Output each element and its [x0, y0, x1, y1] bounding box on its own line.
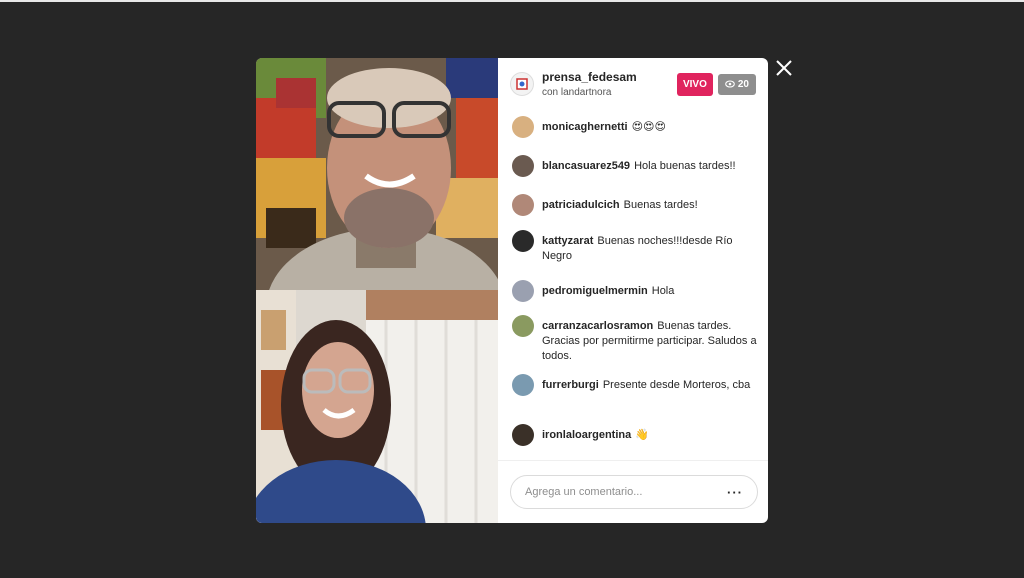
live-video-modal: prensa_fedesam con landartnora VIVO 20 m…	[256, 58, 768, 523]
host-name[interactable]: prensa_fedesam	[542, 70, 677, 84]
viewer-count-badge: 20	[717, 73, 756, 95]
comment-text: Presente desde Morteros, cba	[602, 379, 751, 391]
avatar[interactable]	[512, 194, 534, 216]
comment-text: Hola buenas tardes!!	[634, 160, 736, 172]
more-icon[interactable]: ···	[727, 485, 743, 500]
comment-text: Hola	[651, 285, 675, 297]
comment-item: ironlaloargentina 👋	[512, 424, 758, 446]
comment-username[interactable]: carranzacarlosramon	[542, 320, 653, 332]
comment-username[interactable]: ironlaloargentina	[542, 429, 631, 441]
video-column	[256, 58, 498, 523]
divider	[498, 460, 768, 461]
browser-edge	[0, 0, 1024, 2]
live-badge: VIVO	[676, 72, 713, 96]
avatar[interactable]	[512, 374, 534, 396]
comment-item: patriciadulcich Buenas tardes!	[512, 194, 758, 216]
avatar[interactable]	[512, 315, 534, 337]
guest-video[interactable]	[256, 290, 498, 523]
viewer-count: 20	[737, 78, 749, 90]
chat-panel: prensa_fedesam con landartnora VIVO 20 m…	[498, 58, 768, 523]
comment-item: kattyzarat Buenas noches!!!desde Río Negr…	[512, 230, 758, 264]
comment-username[interactable]: pedromiguelmermin	[542, 285, 648, 297]
comment-item: carranzacarlosramon Buenas tardes. Gracia…	[512, 315, 758, 364]
comment-username[interactable]: blancasuarez549	[542, 160, 630, 172]
comment-item: furrerburgi Presente desde Morteros, cba	[512, 374, 758, 396]
host-avatar[interactable]	[510, 72, 534, 96]
avatar[interactable]	[512, 280, 534, 302]
host-video[interactable]	[256, 58, 498, 290]
comment-username[interactable]: patriciadulcich	[542, 199, 620, 211]
comment-input[interactable]	[525, 486, 727, 498]
comment-item: pedromiguelmermin Hola	[512, 280, 758, 302]
comment-box: ···	[510, 475, 758, 509]
comment-text: 😍😍😍	[631, 121, 666, 133]
avatar[interactable]	[512, 230, 534, 252]
avatar[interactable]	[512, 155, 534, 177]
comment-username[interactable]: furrerburgi	[542, 379, 599, 391]
host-info: prensa_fedesam con landartnora	[542, 70, 677, 98]
avatar[interactable]	[512, 424, 534, 446]
comment-username[interactable]: kattyzarat	[542, 235, 593, 247]
close-icon[interactable]	[774, 58, 794, 78]
comment-item: blancasuarez549 Hola buenas tardes!!	[512, 155, 758, 177]
host-subtitle: con landartnora	[542, 87, 612, 98]
avatar[interactable]	[512, 116, 534, 138]
eye-icon	[725, 80, 735, 88]
comment-item: monicaghernetti 😍😍😍	[512, 116, 758, 138]
comment-text: 👋	[635, 429, 649, 441]
comment-username[interactable]: monicaghernetti	[542, 121, 628, 133]
chat-header: prensa_fedesam con landartnora VIVO 20	[498, 58, 768, 110]
comment-text: Buenas tardes!	[623, 199, 698, 211]
comment-list: monicaghernetti 😍😍😍 blancasuarez549 Hola b…	[498, 110, 768, 460]
